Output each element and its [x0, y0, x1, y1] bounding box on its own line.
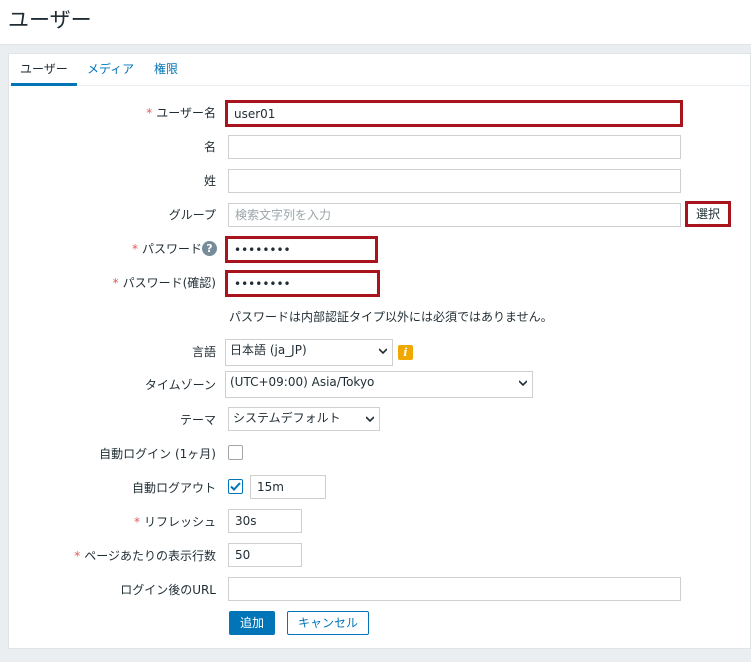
first-name-label: 名	[203, 140, 216, 154]
groups-label: グループ	[168, 208, 216, 222]
cancel-button[interactable]: キャンセル	[287, 611, 369, 635]
chevron-down-icon	[519, 380, 527, 387]
password-hint: パスワードは内部認証タイプ以外には必須ではありません。	[229, 310, 553, 324]
refresh-input[interactable]	[228, 509, 302, 533]
required-marker: *	[133, 515, 140, 529]
required-marker: *	[74, 549, 81, 563]
info-icon[interactable]: i	[398, 345, 413, 360]
password-label: * パスワード	[131, 242, 202, 256]
last-name-input[interactable]	[228, 169, 681, 193]
page-title: ユーザー	[8, 8, 92, 32]
refresh-label: * リフレッシュ	[133, 515, 216, 529]
language-value: 日本語 (ja_JP)	[230, 343, 307, 357]
last-name-label: 姓	[203, 174, 216, 188]
timezone-label: タイムゾーン	[144, 378, 216, 392]
autologout-input[interactable]	[250, 475, 326, 499]
autologout-label: 自動ログアウト	[131, 481, 216, 495]
tab-bar: ユーザー メディア 権限	[9, 54, 751, 86]
autologin-checkbox[interactable]	[228, 445, 243, 460]
chevron-down-icon	[379, 348, 387, 355]
username-label: * ユーザー名	[146, 106, 216, 120]
password-confirm-input[interactable]	[225, 270, 380, 297]
first-name-input[interactable]	[228, 135, 681, 159]
tab-permissions[interactable]: 権限	[145, 54, 187, 85]
chevron-down-icon	[366, 416, 374, 423]
user-form-panel: ユーザー メディア 権限 *ユーザー名 名 姓 グループ 選択 *パスワード ?…	[8, 53, 751, 649]
username-input[interactable]	[225, 100, 683, 127]
autologout-checkbox[interactable]	[228, 479, 243, 494]
groups-select-button[interactable]: 選択	[685, 201, 731, 227]
password-input[interactable]	[225, 236, 378, 263]
tab-media[interactable]: メディア	[78, 54, 143, 85]
rows-per-page-label: * ページあたりの表示行数	[74, 549, 216, 563]
add-button[interactable]: 追加	[229, 611, 275, 635]
timezone-select[interactable]: (UTC+09:00) Asia/Tokyo	[225, 371, 533, 398]
required-marker: *	[131, 242, 138, 256]
required-marker: *	[112, 276, 119, 290]
checkmark-icon	[230, 482, 241, 491]
password-confirm-label: * パスワード(確認)	[112, 276, 216, 290]
timezone-value: (UTC+09:00) Asia/Tokyo	[230, 375, 375, 389]
help-icon[interactable]: ?	[202, 241, 217, 256]
theme-select[interactable]: システムデフォルト	[228, 407, 380, 431]
required-marker: *	[146, 106, 153, 120]
theme-value: システムデフォルト	[233, 411, 341, 425]
language-label: 言語	[191, 345, 216, 359]
page-header: ユーザー	[0, 0, 751, 45]
url-label: ログイン後のURL	[120, 583, 216, 597]
theme-label: テーマ	[179, 413, 216, 427]
url-input[interactable]	[228, 577, 681, 601]
rows-per-page-input[interactable]	[228, 543, 302, 567]
language-select[interactable]: 日本語 (ja_JP)	[225, 339, 393, 366]
tab-user[interactable]: ユーザー	[11, 54, 77, 86]
groups-search-input[interactable]	[228, 203, 681, 227]
autologin-label: 自動ログイン (1ヶ月)	[99, 447, 216, 461]
